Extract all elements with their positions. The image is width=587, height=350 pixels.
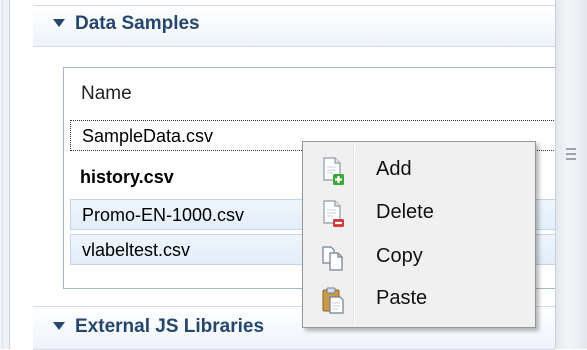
section-title: External JS Libraries <box>75 316 265 337</box>
row-name: vlabeltest.csv <box>82 240 191 260</box>
menu-item-label: Add <box>376 158 412 180</box>
window-left-edge <box>0 0 10 349</box>
menu-item-label: Copy <box>376 245 423 267</box>
expand-triangle-icon[interactable] <box>53 322 65 330</box>
expand-triangle-icon[interactable] <box>53 19 65 27</box>
row-name: history.csv <box>80 167 174 187</box>
context-menu: Add Delete Copy Paste <box>302 141 536 328</box>
scroll-grip-icon[interactable] <box>566 148 576 160</box>
row-name: SampleData.csv <box>82 126 214 146</box>
menu-item-paste[interactable]: Paste <box>306 280 532 320</box>
delete-document-icon <box>323 200 344 227</box>
menu-item-delete[interactable]: Delete <box>306 194 532 234</box>
menu-item-label: Delete <box>376 201 434 223</box>
add-document-icon <box>323 157 344 185</box>
menu-item-copy[interactable]: Copy <box>306 238 532 278</box>
menu-item-add[interactable]: Add <box>306 151 532 191</box>
copy-icon <box>322 246 343 271</box>
vertical-scrollbar[interactable] <box>555 0 587 349</box>
paste-icon <box>322 287 344 314</box>
column-header-name[interactable]: Name <box>81 83 132 105</box>
menu-item-label: Paste <box>376 287 428 309</box>
section-title: Data Samples <box>75 13 200 34</box>
row-name: Promo-EN-1000.csv <box>82 205 245 225</box>
data-samples-section-header[interactable]: Data Samples <box>33 5 555 47</box>
